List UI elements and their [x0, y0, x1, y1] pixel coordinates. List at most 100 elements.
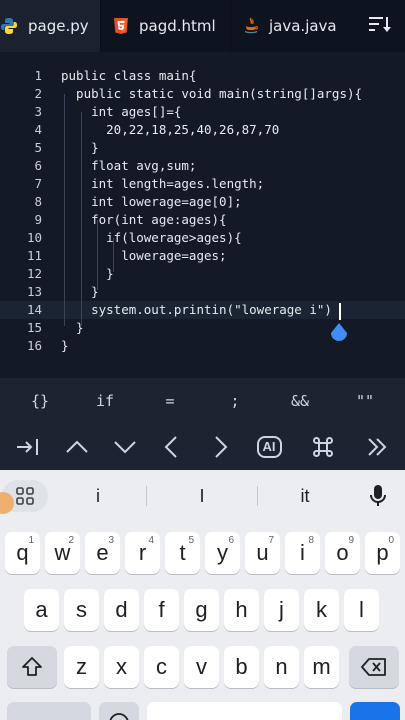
sort-menu-button[interactable]: [355, 0, 405, 52]
cursor-left-button[interactable]: [148, 424, 196, 470]
voice-input-button[interactable]: [362, 480, 394, 512]
cursor-up-button[interactable]: [53, 424, 101, 470]
key-l[interactable]: l: [344, 589, 379, 631]
key-w[interactable]: w2: [45, 532, 80, 574]
key-a[interactable]: a: [24, 589, 59, 631]
key-i[interactable]: i8: [285, 532, 320, 574]
symbol-if-button[interactable]: if: [75, 378, 135, 424]
key-x[interactable]: x: [104, 646, 139, 688]
key-number-hint: 2: [68, 535, 74, 546]
line-number: 2: [34, 86, 42, 101]
key-number-hint: 0: [388, 535, 394, 546]
tab-page-py[interactable]: page.py: [0, 0, 100, 52]
key-f[interactable]: f: [144, 589, 179, 631]
key-p[interactable]: p0: [365, 532, 400, 574]
key-c[interactable]: c: [144, 646, 179, 688]
symbol-semicolon-button[interactable]: ;: [205, 378, 265, 424]
suggestion-divider: [257, 486, 258, 506]
space-key[interactable]: [147, 702, 342, 720]
indent-guide: [81, 112, 82, 326]
code-line[interactable]: 2 public static void main(string[]args){: [0, 85, 405, 103]
symbol-and-button[interactable]: &&: [270, 378, 330, 424]
suggestion-item[interactable]: i: [60, 482, 136, 510]
key-g[interactable]: g: [184, 589, 219, 631]
key-v[interactable]: v: [184, 646, 219, 688]
code-text: int ages[]={: [61, 104, 182, 119]
key-n[interactable]: n: [264, 646, 299, 688]
code-line[interactable]: 14 system.out.printin("lowerage i"): [0, 301, 405, 319]
key-number-hint: 8: [308, 535, 314, 546]
key-j[interactable]: j: [264, 589, 299, 631]
key-r[interactable]: r4: [125, 532, 160, 574]
key-number-hint: 4: [148, 535, 154, 546]
code-text: }: [61, 338, 69, 353]
line-number: 10: [26, 230, 42, 245]
enter-key[interactable]: [350, 702, 400, 720]
key-o[interactable]: o9: [325, 532, 360, 574]
code-line[interactable]: 7 int length=ages.length;: [0, 175, 405, 193]
code-line[interactable]: 13 }: [0, 283, 405, 301]
tab-pagd-html[interactable]: pagd.html: [100, 0, 230, 52]
key-z[interactable]: z: [64, 646, 99, 688]
code-line[interactable]: 6 float avg,sum;: [0, 157, 405, 175]
key-h[interactable]: h: [224, 589, 259, 631]
double-chevron-right-icon: [368, 438, 387, 456]
code-line[interactable]: 9 for(int age:ages){: [0, 211, 405, 229]
suggestion-bar: i I it: [0, 470, 405, 522]
key-q[interactable]: q1: [5, 532, 40, 574]
key-m[interactable]: m: [304, 646, 339, 688]
chevron-down-icon: [114, 441, 136, 454]
code-text: system.out.printin("lowerage i"): [61, 302, 332, 317]
code-line[interactable]: 1 public class main{: [0, 67, 405, 85]
code-line[interactable]: 10 if(lowerage>ages){: [0, 229, 405, 247]
symbol-braces-button[interactable]: {}: [10, 378, 70, 424]
command-button[interactable]: [299, 424, 347, 470]
sort-menu-icon: [368, 14, 392, 38]
symbol-toolbar: {} if = ; && "": [0, 378, 405, 424]
ai-button[interactable]: AI: [245, 424, 293, 470]
cursor-handle-icon[interactable]: [329, 322, 349, 344]
cursor-right-button[interactable]: [196, 424, 244, 470]
line-number: 14: [26, 302, 42, 317]
backspace-key[interactable]: [349, 646, 399, 688]
code-text: int length=ages.length;: [61, 176, 265, 191]
emoji-icon: [109, 713, 129, 720]
key-label: q: [16, 540, 29, 565]
shift-key[interactable]: [7, 646, 57, 688]
code-line[interactable]: 5 }: [0, 139, 405, 157]
tab-indent-button[interactable]: [4, 424, 52, 470]
symbol-equals-button[interactable]: =: [140, 378, 200, 424]
line-number: 4: [34, 122, 42, 137]
code-line[interactable]: 8 int lowerage=age[0];: [0, 193, 405, 211]
key-e[interactable]: e3: [85, 532, 120, 574]
code-text: }: [61, 266, 114, 281]
key-k[interactable]: k: [304, 589, 339, 631]
file-tab-bar: page.py pagd.html java.java: [0, 0, 405, 52]
key-t[interactable]: t5: [165, 532, 200, 574]
tab-java-java[interactable]: java.java: [230, 0, 355, 52]
suggestion-item[interactable]: I: [160, 482, 244, 510]
microphone-icon: [370, 485, 386, 506]
suggestion-item[interactable]: it: [268, 482, 342, 510]
code-line[interactable]: 12 }: [0, 265, 405, 283]
key-b[interactable]: b: [224, 646, 259, 688]
tab-indent-icon: [17, 439, 38, 455]
cursor-down-button[interactable]: [101, 424, 149, 470]
symbol-quotes-button[interactable]: "": [335, 378, 395, 424]
more-button[interactable]: [353, 424, 401, 470]
key-d[interactable]: d: [104, 589, 139, 631]
indent-guide: [113, 238, 114, 272]
key-u[interactable]: u7: [245, 532, 280, 574]
key-number-hint: 9: [348, 535, 354, 546]
command-icon: [313, 437, 333, 457]
code-line[interactable]: 4 20,22,18,25,40,26,87,70: [0, 121, 405, 139]
symbols-key[interactable]: [7, 702, 91, 720]
ai-icon: AI: [256, 436, 282, 458]
key-label: o: [336, 540, 349, 565]
code-line[interactable]: 11 lowerage=ages;: [0, 247, 405, 265]
key-y[interactable]: y6: [205, 532, 240, 574]
emoji-key[interactable]: [99, 702, 139, 720]
key-s[interactable]: s: [64, 589, 99, 631]
java-icon: [243, 17, 259, 35]
code-line[interactable]: 3 int ages[]={: [0, 103, 405, 121]
